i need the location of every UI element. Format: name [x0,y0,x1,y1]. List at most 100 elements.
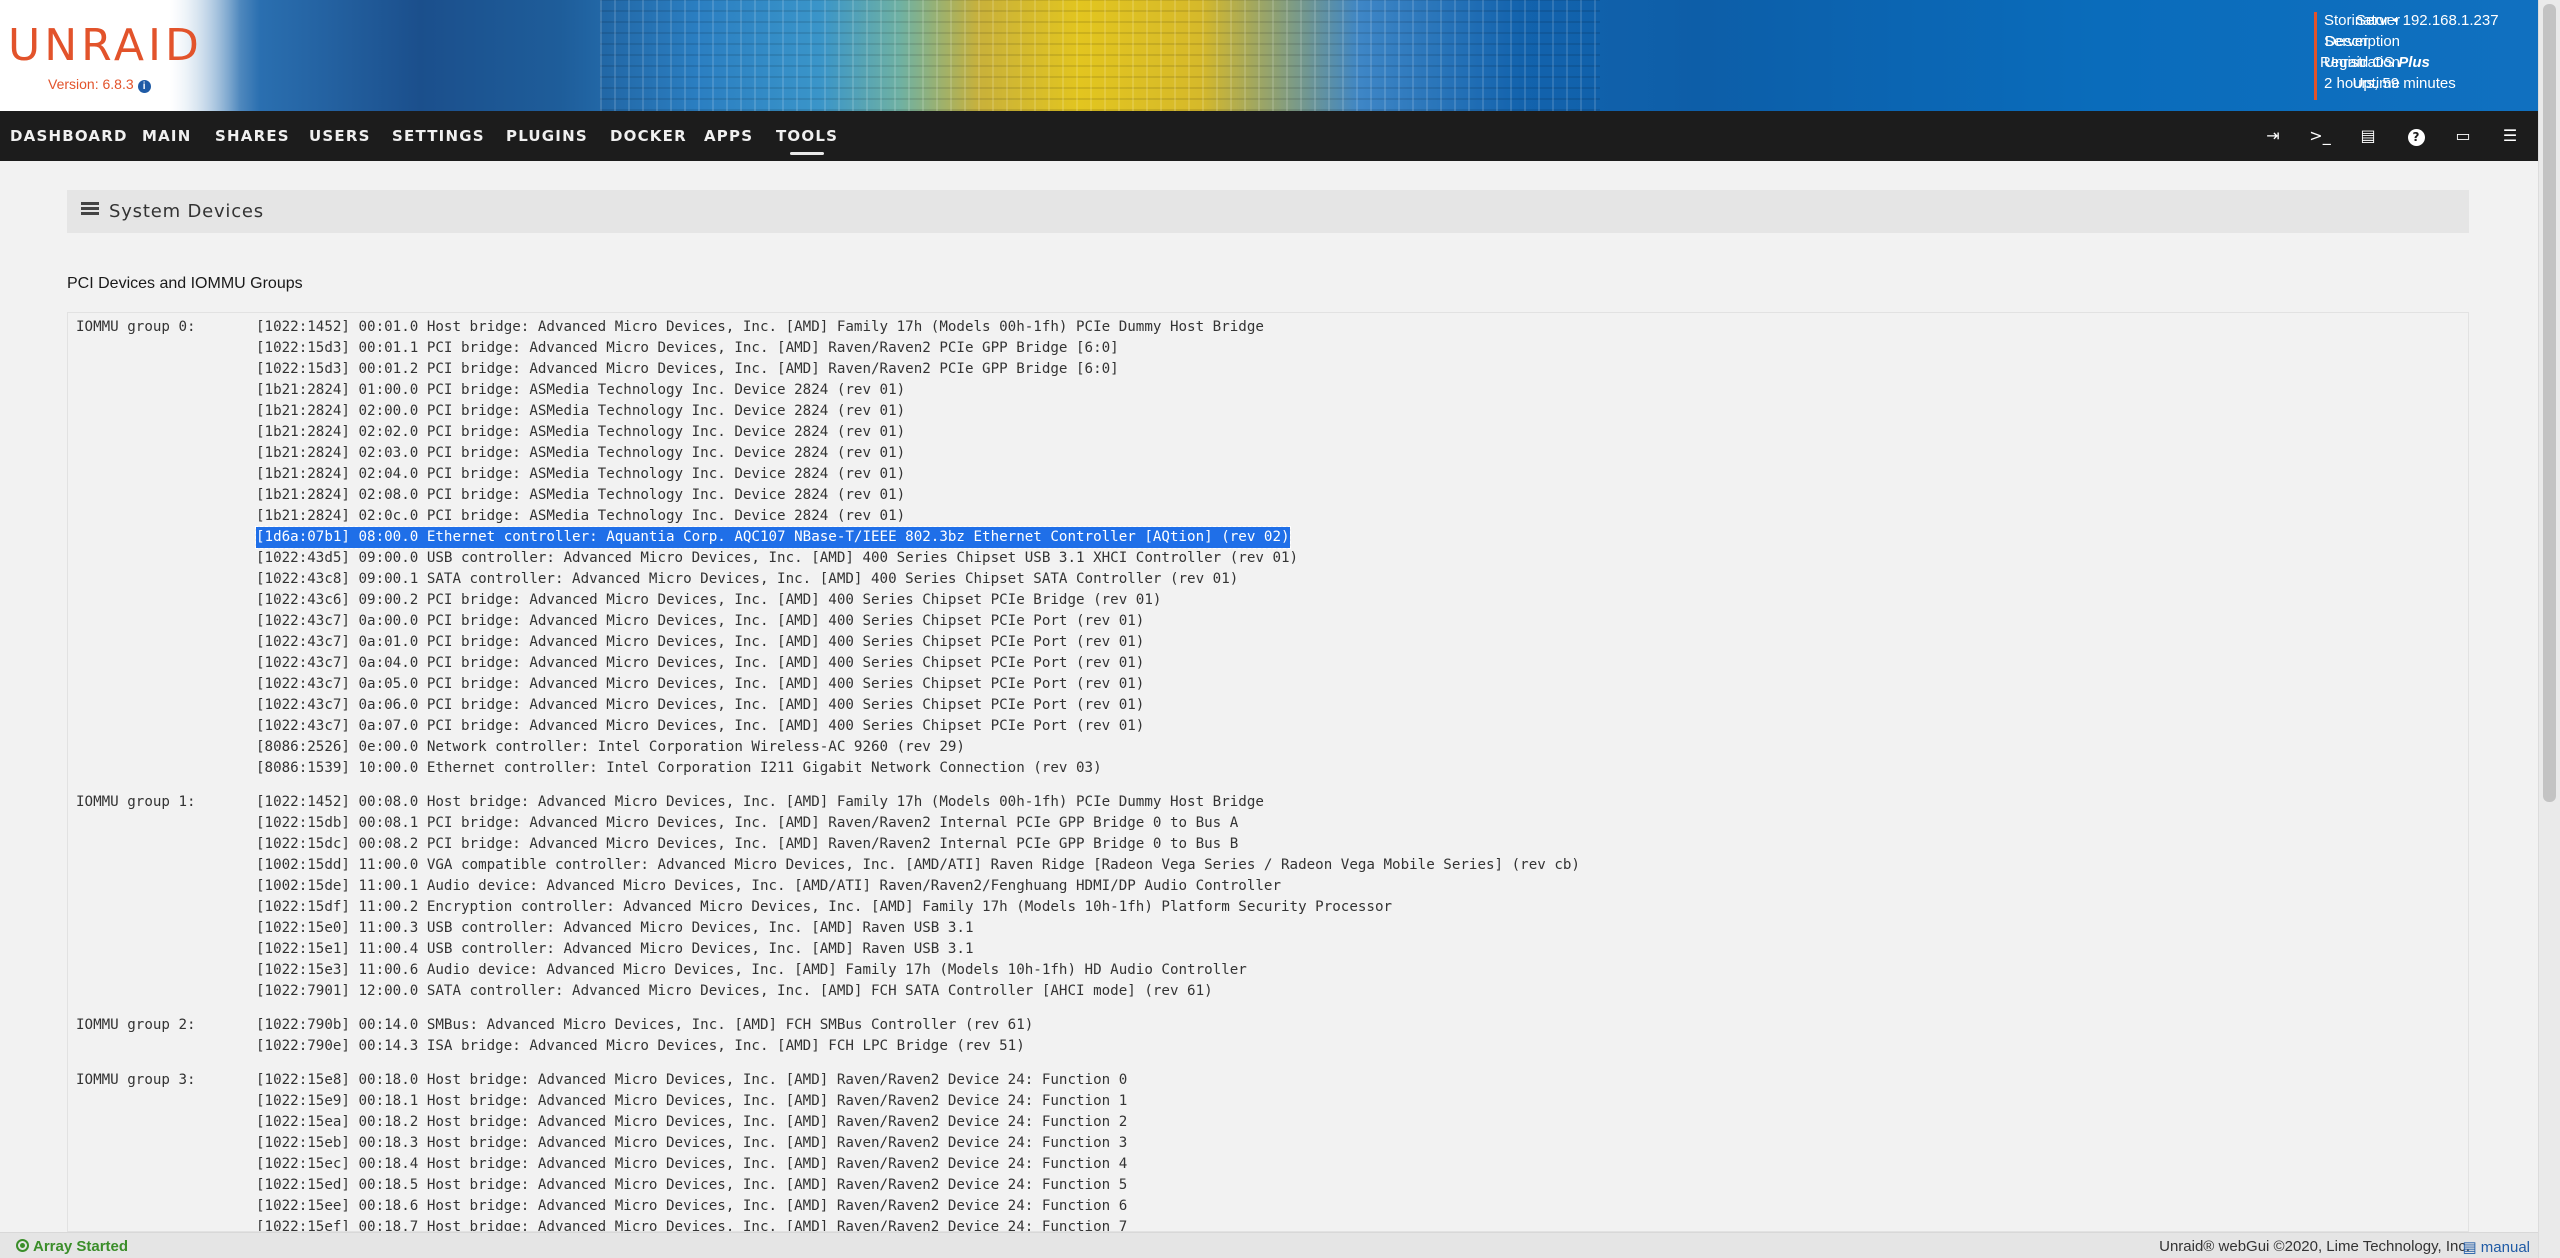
nav-shares[interactable]: SHARES [215,127,290,145]
nav-settings[interactable]: SETTINGS [392,127,485,145]
device-row: [1022:43d5] 09:00.0 USB controller: Adva… [256,548,2456,569]
iommu-group-list: IOMMU group 0: [1022:1452] 00:01.0 Host b… [76,317,2456,1231]
server-info-row: Server Storinator • 192.168.1.237 [2324,12,2499,29]
device-text[interactable]: [1b21:2824] 01:00.0 PCI bridge: ASMedia … [256,380,2456,401]
banner-artwork [600,0,1600,111]
device-text[interactable]: [8086:1539] 10:00.0 Ethernet controller:… [256,758,2456,779]
device-text[interactable]: [1b21:2824] 02:08.0 PCI bridge: ASMedia … [256,485,2456,506]
device-text[interactable]: [1b21:2824] 02:02.0 PCI bridge: ASMedia … [256,422,2456,443]
device-text[interactable]: [1022:15e1] 11:00.4 USB controller: Adva… [256,939,2456,960]
device-list: [1022:15e8] 00:18.0 Host bridge: Advance… [256,1070,2456,1231]
device-text[interactable]: [1022:15e9] 00:18.1 Host bridge: Advance… [256,1091,2456,1112]
device-row: [1022:1452] 00:08.0 Host bridge: Advance… [256,792,2456,813]
terminal-icon[interactable]: >_ [2309,125,2331,147]
copyright-text: Unraid® webGui ©2020, Lime Technology, I… [2159,1238,2470,1255]
device-text[interactable]: [1022:43c7] 0a:00.0 PCI bridge: Advanced… [256,611,2456,632]
device-text[interactable]: [1022:7901] 12:00.0 SATA controller: Adv… [256,981,2456,1002]
nav-users[interactable]: USERS [309,127,371,145]
device-text[interactable]: [1022:43c7] 0a:06.0 PCI bridge: Advanced… [256,695,2456,716]
device-text[interactable]: [1022:43c7] 0a:04.0 PCI bridge: Advanced… [256,653,2456,674]
page-title-bar: System Devices [67,190,2469,233]
pci-devices-panel: IOMMU group 0: [1022:1452] 00:01.0 Host b… [67,312,2469,1232]
nav-tools[interactable]: TOOLS [776,127,838,155]
info-icon[interactable]: i [137,80,151,93]
device-text[interactable]: [1022:15df] 11:00.2 Encryption controlle… [256,897,2456,918]
device-text[interactable]: [1022:43c7] 0a:05.0 PCI bridge: Advanced… [256,674,2456,695]
help-icon[interactable]: ? [2405,125,2427,147]
device-row: [1022:15e3] 11:00.6 Audio device: Advanc… [256,960,2456,981]
device-list: [1022:1452] 00:01.0 Host bridge: Advance… [255,317,2456,779]
logout-icon[interactable]: ⇥ [2262,125,2284,147]
menu-icon[interactable]: ☰ [2499,125,2521,147]
device-text[interactable]: [1b21:2824] 02:0c.0 PCI bridge: ASMedia … [256,506,2456,527]
device-text[interactable]: [1b21:2824] 02:00.0 PCI bridge: ASMedia … [256,401,2456,422]
device-row: [1002:15dd] 11:00.0 VGA compatible contr… [256,855,2456,876]
device-row: [1b21:2824] 02:0c.0 PCI bridge: ASMedia … [256,506,2456,527]
device-row: [1022:15df] 11:00.2 Encryption controlle… [256,897,2456,918]
device-row: [1022:43c7] 0a:07.0 PCI bridge: Advanced… [256,716,2456,737]
nav-docker[interactable]: DOCKER [610,127,687,145]
iommu-group-label: IOMMU group 3: [76,1072,196,1088]
scrollbar-thumb[interactable] [2543,4,2556,802]
registration-link[interactable]: Unraid OS Plus [2324,54,2430,71]
device-text[interactable]: [1022:1452] 00:01.0 Host bridge: Advance… [256,317,2456,338]
nav-apps[interactable]: APPS [704,127,753,145]
device-text[interactable]: [1022:15ed] 00:18.5 Host bridge: Advance… [256,1175,2456,1196]
device-text[interactable]: [1022:43d5] 09:00.0 USB controller: Adva… [256,548,2456,569]
device-text[interactable]: [1022:15eb] 00:18.3 Host bridge: Advance… [256,1133,2456,1154]
display-icon[interactable]: ▭ [2452,125,2474,147]
nav-dashboard[interactable]: DASHBOARD [10,127,128,145]
device-text[interactable]: [1022:15db] 00:08.1 PCI bridge: Advanced… [256,813,2456,834]
device-row: [1002:15de] 11:00.1 Audio device: Advanc… [256,876,2456,897]
list-icon [81,202,99,218]
device-text[interactable]: [1022:15ea] 00:18.2 Host bridge: Advance… [256,1112,2456,1133]
device-text[interactable]: [1022:43c7] 0a:01.0 PCI bridge: Advanced… [256,632,2456,653]
device-row: [1d6a:07b1] 08:00.0 Ethernet controller:… [255,526,2456,549]
device-text[interactable]: [1022:15d3] 00:01.2 PCI bridge: Advanced… [256,359,2456,380]
device-row: [8086:1539] 10:00.0 Ethernet controller:… [256,758,2456,779]
device-row: [1022:790b] 00:14.0 SMBus: Advanced Micr… [256,1015,2456,1036]
device-text[interactable]: [1022:790b] 00:14.0 SMBus: Advanced Micr… [256,1015,2456,1036]
device-text[interactable]: [1002:15dd] 11:00.0 VGA compatible contr… [256,855,2456,876]
device-text[interactable]: [1022:43c8] 09:00.1 SATA controller: Adv… [256,569,2456,590]
device-text[interactable]: [1002:15de] 11:00.1 Audio device: Advanc… [256,876,2456,897]
device-text[interactable]: [1022:1452] 00:08.0 Host bridge: Advance… [256,792,2456,813]
device-text[interactable]: [1022:15ef] 00:18.7 Host bridge: Advance… [256,1217,2456,1231]
device-row: [1022:15ea] 00:18.2 Host bridge: Advance… [256,1112,2456,1133]
device-text[interactable]: [1022:15dc] 00:08.2 PCI bridge: Advanced… [256,834,2456,855]
nav-plugins[interactable]: PLUGINS [506,127,588,145]
device-row: [1022:15e0] 11:00.3 USB controller: Adva… [256,918,2456,939]
device-row: [1022:43c7] 0a:00.0 PCI bridge: Advanced… [256,611,2456,632]
device-text[interactable]: [1022:43c7] 0a:07.0 PCI bridge: Advanced… [256,716,2456,737]
nav-main[interactable]: MAIN [142,127,191,145]
device-text[interactable]: [1022:15e3] 11:00.6 Audio device: Advanc… [256,960,2456,981]
device-text[interactable]: [1022:15ee] 00:18.6 Host bridge: Advance… [256,1196,2456,1217]
version-label: Version: 6.8.3 i [48,76,151,93]
device-text[interactable]: [1022:790e] 00:14.3 ISA bridge: Advanced… [256,1036,2456,1057]
device-row: [1b21:2824] 02:00.0 PCI bridge: ASMedia … [256,401,2456,422]
iommu-group-label: IOMMU group 0: [76,319,196,335]
device-text[interactable]: [1022:43c6] 09:00.2 PCI bridge: Advanced… [256,590,2456,611]
device-text[interactable]: [1022:15e8] 00:18.0 Host bridge: Advance… [256,1070,2456,1091]
device-text[interactable]: [1022:15ec] 00:18.4 Host bridge: Advance… [256,1154,2456,1175]
log-icon[interactable]: ▤ [2357,125,2379,147]
selected-device-text[interactable]: [1d6a:07b1] 08:00.0 Ethernet controller:… [255,526,1291,549]
device-row: [1b21:2824] 02:02.0 PCI bridge: ASMedia … [256,422,2456,443]
device-row: [1022:790e] 00:14.3 ISA bridge: Advanced… [256,1036,2456,1057]
device-row: [1022:7901] 12:00.0 SATA controller: Adv… [256,981,2456,1002]
server-info-row: Uptime 2 hours, 59 minutes [2324,75,2456,92]
device-text[interactable]: [8086:2526] 0e:00.0 Network controller: … [256,737,2456,758]
manual-link[interactable]: ▤ manual [2462,1238,2530,1256]
device-text[interactable]: [1022:15e0] 11:00.3 USB controller: Adva… [256,918,2456,939]
iommu-group-label: IOMMU group 1: [76,794,196,810]
device-row: [1022:15ef] 00:18.7 Host bridge: Advance… [256,1217,2456,1231]
server-info-row: Registration Unraid OS Plus [2319,54,2430,71]
device-text[interactable]: [1b21:2824] 02:03.0 PCI bridge: ASMedia … [256,443,2456,464]
device-row: [1b21:2824] 02:03.0 PCI bridge: ASMedia … [256,443,2456,464]
unraid-logo[interactable]: UNRAID [8,20,203,71]
device-text[interactable]: [1b21:2824] 02:04.0 PCI bridge: ASMedia … [256,464,2456,485]
device-text[interactable]: [1022:15d3] 00:01.1 PCI bridge: Advanced… [256,338,2456,359]
device-row: [1022:43c8] 09:00.1 SATA controller: Adv… [256,569,2456,590]
device-row: [1022:43c7] 0a:04.0 PCI bridge: Advanced… [256,653,2456,674]
page-scrollbar[interactable] [2538,0,2560,1258]
